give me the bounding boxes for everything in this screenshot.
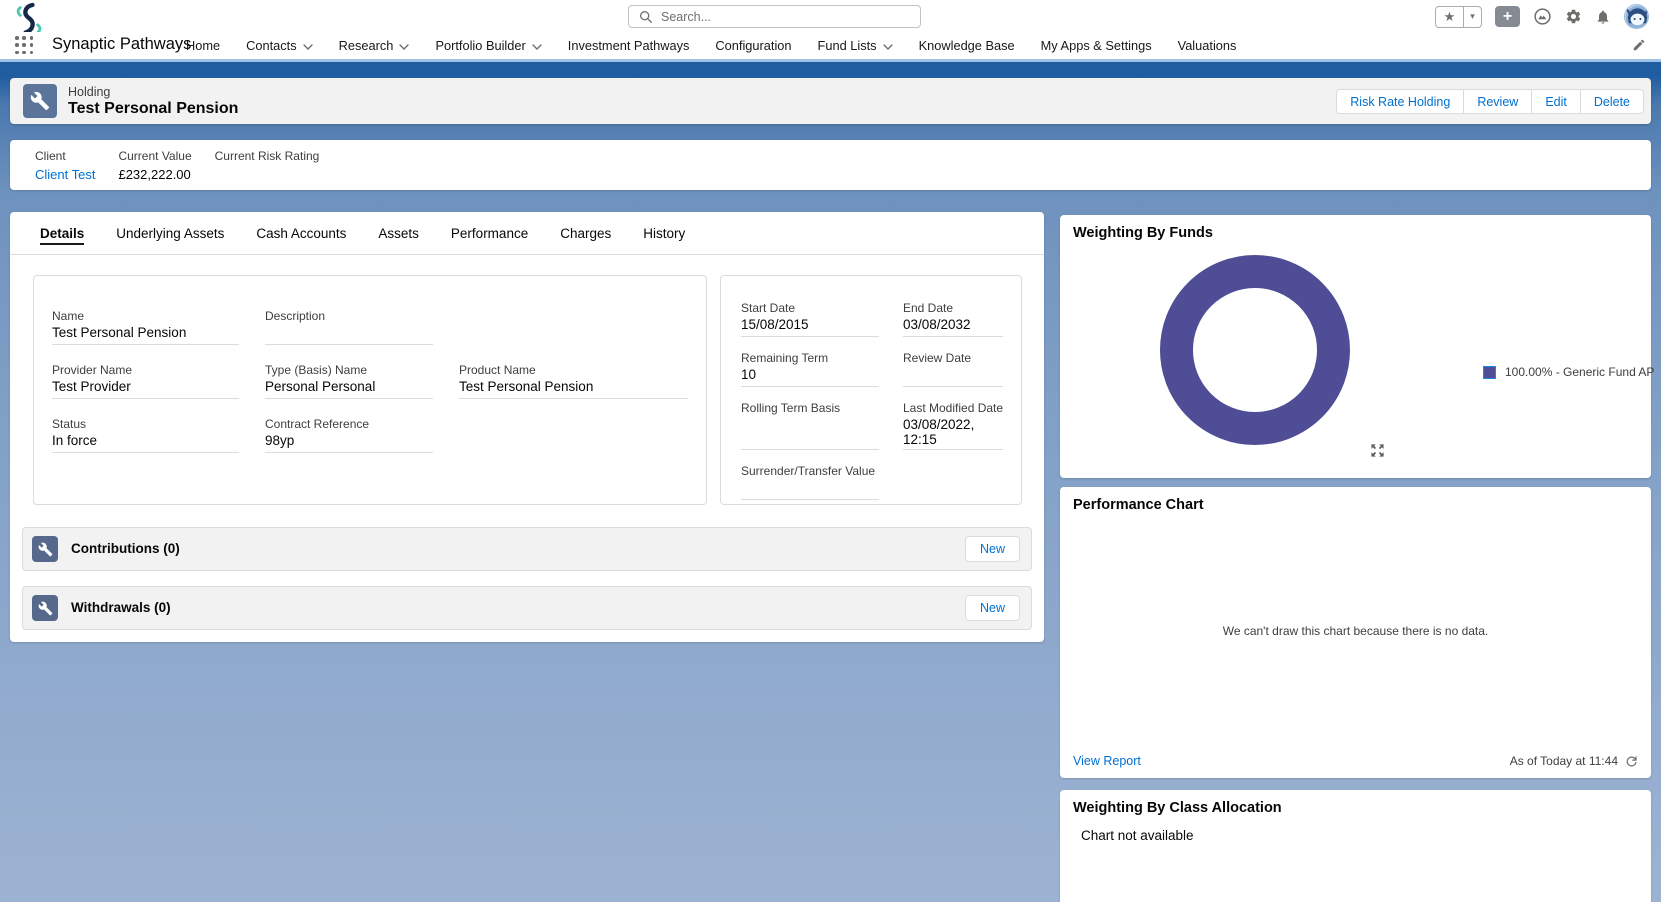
chevron-down-icon [532, 38, 542, 53]
utility-bar: ★ ▾ + [0, 0, 1661, 35]
nav-item-knowledge-base[interactable]: Knowledge Base [919, 38, 1015, 53]
review-button[interactable]: Review [1463, 89, 1533, 114]
withdrawals-wrench-icon [32, 595, 58, 621]
performance-chart-title: Performance Chart [1073, 497, 1204, 513]
holding-wrench-icon [23, 84, 57, 118]
record-detail-card: Details Underlying Assets Cash Accounts … [10, 212, 1044, 642]
notifications-bell-icon[interactable] [1595, 9, 1611, 25]
contributions-section: Contributions (0) New [22, 527, 1032, 571]
favorites-dropdown-icon[interactable]: ▾ [1464, 7, 1481, 27]
contributions-title[interactable]: Contributions (0) [71, 541, 180, 556]
chevron-down-icon [882, 38, 893, 53]
withdrawals-new-button[interactable]: New [964, 595, 1020, 621]
chevron-down-icon [399, 38, 410, 53]
weighting-by-class-allocation-card: Weighting By Class Allocation Chart not … [1060, 790, 1651, 902]
client-link[interactable]: Client Test [35, 167, 95, 182]
risk-rate-holding-button[interactable]: Risk Rate Holding [1336, 89, 1465, 114]
expand-chart-icon[interactable] [1370, 443, 1385, 463]
class-allocation-title: Weighting By Class Allocation [1073, 800, 1282, 816]
global-actions-plus-icon[interactable]: + [1495, 6, 1520, 27]
app-name: Synaptic Pathways [52, 35, 192, 53]
nav-item-valuations[interactable]: Valuations [1178, 38, 1237, 53]
global-search [628, 5, 921, 28]
view-report-link[interactable]: View Report [1073, 754, 1141, 768]
field-remaining-term: Remaining Term 10 [741, 351, 879, 387]
edit-button[interactable]: Edit [1531, 89, 1581, 114]
page-title: Test Personal Pension [68, 100, 239, 117]
tab-history[interactable]: History [643, 226, 685, 241]
field-status: Status In force [52, 417, 239, 453]
field-provider-name: Provider Name Test Provider [52, 363, 239, 399]
nav-items: Home Contacts Research Portfolio Builder… [186, 32, 1236, 59]
tab-underlying-assets[interactable]: Underlying Assets [116, 226, 224, 241]
no-data-message: We can't draw this chart because there i… [1222, 624, 1489, 638]
date-fields-panel: Start Date 15/08/2015 End Date 03/08/203… [720, 275, 1022, 505]
performance-chart-card: Performance Chart We can't draw this cha… [1060, 487, 1651, 778]
record-header: Holding Test Personal Pension Risk Rate … [10, 78, 1651, 124]
field-last-modified-date: Last Modified Date 03/08/2022, 12:15 [903, 401, 1004, 450]
favorite-star-icon[interactable]: ★ [1436, 6, 1464, 27]
entity-type-label: Holding [68, 85, 111, 99]
funds-chart-legend: 100.00% - Generic Fund AP [1483, 365, 1654, 379]
contributions-wrench-icon [32, 536, 58, 562]
nav-item-home[interactable]: Home [186, 38, 220, 53]
record-tabs: Details Underlying Assets Cash Accounts … [10, 212, 1044, 255]
field-type-basis-name: Type (Basis) Name Personal Personal [265, 363, 433, 399]
client-field: Client Client Test [35, 149, 96, 182]
app-nav-bar: Synaptic Pathways Home Contacts Research… [0, 32, 1661, 59]
funds-donut-chart [1160, 255, 1350, 445]
field-surrender-transfer-value: Surrender/Transfer Value [741, 464, 879, 500]
tab-assets[interactable]: Assets [378, 226, 419, 241]
header-actions: Risk Rate Holding Review Edit Delete [1336, 89, 1644, 114]
delete-button[interactable]: Delete [1579, 89, 1644, 114]
favorites-group: ★ ▾ [1435, 5, 1482, 28]
nav-item-research[interactable]: Research [339, 38, 410, 53]
withdrawals-title[interactable]: Withdrawals (0) [71, 600, 171, 615]
page-background: Holding Test Personal Pension Risk Rate … [0, 62, 1661, 902]
salesforce-app-window: ★ ▾ + Synaptic Pathways Home Cont [0, 0, 1661, 902]
nav-item-fund-lists[interactable]: Fund Lists [818, 38, 893, 53]
tab-charges[interactable]: Charges [560, 226, 611, 241]
legend-swatch [1483, 365, 1496, 379]
as-of-timestamp: As of Today at 11:44 [1510, 754, 1638, 768]
setup-gear-icon[interactable] [1565, 8, 1582, 25]
field-product-name: Product Name Test Personal Pension [459, 363, 688, 399]
trailhead-help-icon[interactable] [1533, 7, 1552, 26]
field-name: Name Test Personal Pension [52, 309, 239, 345]
contributions-new-button[interactable]: New [964, 536, 1020, 562]
current-value-field: Current Value £232,222.00 [118, 149, 192, 182]
refresh-icon[interactable] [1625, 755, 1638, 768]
nav-item-contacts[interactable]: Contacts [246, 38, 313, 53]
weighting-by-funds-title: Weighting By Funds [1073, 225, 1213, 241]
field-description: Description [265, 309, 433, 345]
withdrawals-section: Withdrawals (0) New [22, 586, 1032, 630]
field-end-date: End Date 03/08/2032 [903, 301, 1004, 337]
legend-label: 100.00% - Generic Fund AP [1505, 365, 1655, 379]
nav-item-investment-pathways[interactable]: Investment Pathways [568, 38, 690, 53]
current-risk-rating-field: Current Risk Rating [214, 149, 320, 163]
field-contract-reference: Contract Reference 98yp [265, 417, 433, 453]
chart-not-available-message: Chart not available [1081, 828, 1194, 843]
tab-details[interactable]: Details [40, 225, 85, 245]
edit-nav-pencil-icon[interactable] [1632, 38, 1646, 57]
highlights-panel: Client Client Test Current Value £232,22… [10, 140, 1651, 190]
app-launcher-icon[interactable] [15, 36, 34, 55]
chevron-down-icon [302, 38, 313, 53]
search-icon [639, 10, 653, 24]
tab-cash-accounts[interactable]: Cash Accounts [256, 226, 346, 241]
detail-fields-panel: Name Test Personal Pension Description P… [33, 275, 707, 505]
field-review-date: Review Date [903, 351, 1004, 387]
nav-item-my-apps-settings[interactable]: My Apps & Settings [1041, 38, 1152, 53]
nav-item-configuration[interactable]: Configuration [715, 38, 791, 53]
nav-item-portfolio-builder[interactable]: Portfolio Builder [435, 38, 542, 53]
search-input[interactable] [661, 9, 896, 24]
field-start-date: Start Date 15/08/2015 [741, 301, 879, 337]
utility-icons: ★ ▾ + [1435, 4, 1649, 29]
field-rolling-term-basis: Rolling Term Basis [741, 401, 879, 450]
tab-performance[interactable]: Performance [451, 226, 528, 241]
user-avatar[interactable] [1624, 4, 1649, 29]
weighting-by-funds-card: Weighting By Funds 100.00% - Generic Fun… [1060, 215, 1654, 478]
